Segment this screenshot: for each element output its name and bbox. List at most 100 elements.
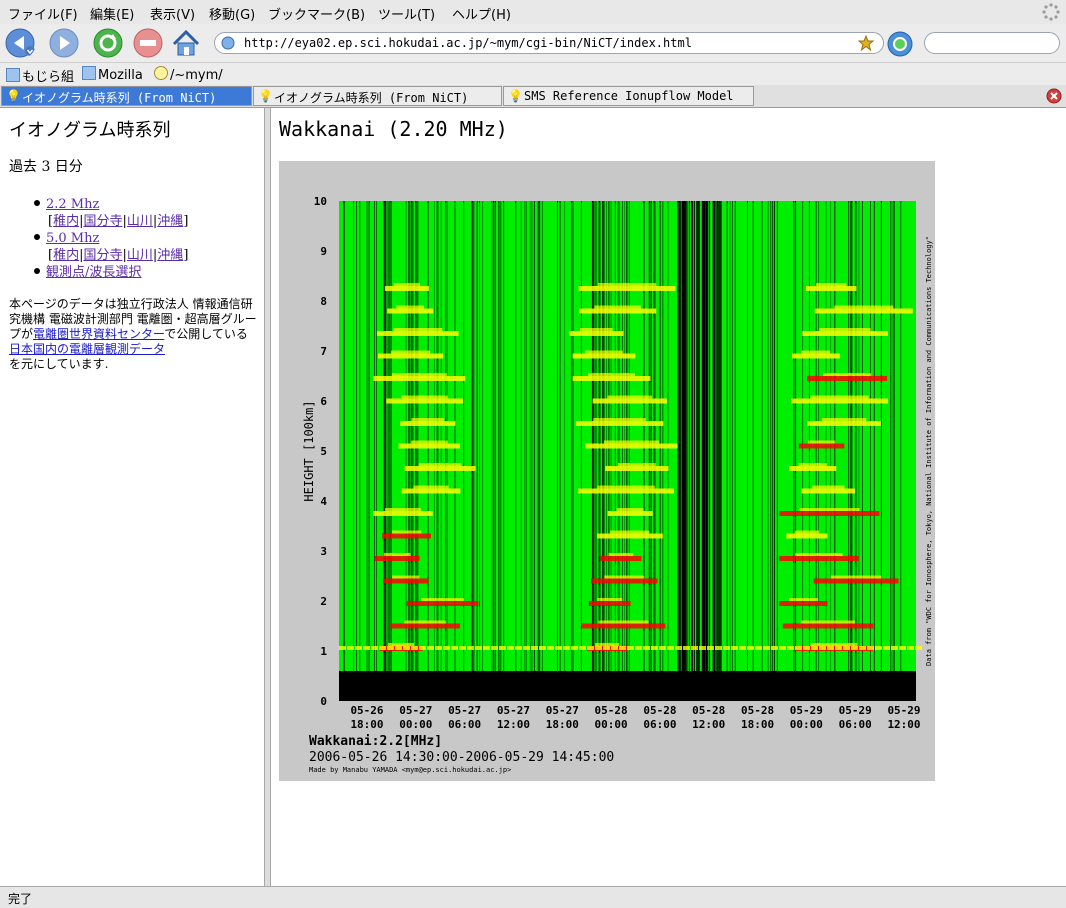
echo-trace — [683, 646, 690, 650]
noise-column — [713, 201, 715, 671]
go-button[interactable] — [886, 30, 914, 58]
noise-column — [854, 201, 856, 671]
echo-trace — [810, 643, 858, 646]
bulb-icon: 💡 — [6, 89, 21, 103]
ionogram-chart: 0 1 2 3 4 5 6 7 8 9 10 05-26 18:00 05-27 00:00 05-27 06… — [279, 161, 935, 781]
freq-link-2-2[interactable]: 2.2 Mhz — [46, 197, 99, 212]
echo-trace — [875, 646, 882, 650]
echo-trace — [443, 646, 450, 650]
noise-column — [701, 201, 703, 671]
tab-sms-reference[interactable]: 💡 SMS Reference Ionupflow Model — [503, 86, 754, 106]
noise-column — [491, 201, 493, 671]
echo-trace — [411, 418, 445, 421]
echo-trace — [435, 646, 442, 650]
y-axis-label: HEIGHT [100km] — [302, 400, 316, 501]
echo-trace — [691, 646, 698, 650]
x-tick-label: 05-28 — [741, 704, 774, 717]
search-input[interactable] — [924, 32, 1060, 54]
echo-trace — [579, 646, 586, 650]
noise-column — [368, 201, 370, 671]
bullet-icon — [34, 234, 40, 240]
bookmark-folder-icon — [82, 66, 96, 80]
wdc-link[interactable]: 電離圏世界資料センター — [33, 327, 164, 341]
echo-trace — [404, 620, 447, 624]
stop-button[interactable] — [132, 27, 164, 59]
bookmark-star-icon[interactable] — [858, 35, 874, 51]
bookmark-mym[interactable]: /~mym/ — [154, 66, 223, 83]
forward-button[interactable] — [48, 27, 80, 59]
noise-column — [662, 201, 664, 671]
close-tab-icon[interactable] — [1046, 88, 1062, 104]
noise-column — [697, 201, 699, 671]
echo-trace — [798, 463, 827, 466]
station-links: [稚内|国分寺|山川|沖縄] — [48, 214, 189, 229]
y-tick-label: 4 — [320, 495, 327, 508]
noise-column — [593, 201, 595, 671]
echo-trace — [391, 350, 431, 354]
echo-trace — [843, 646, 850, 650]
echo-trace — [608, 553, 634, 556]
echo-trace — [763, 646, 770, 650]
station-select-link[interactable]: 観測点/波長選択 — [46, 265, 141, 280]
url-text[interactable]: http://eya02.ep.sci.hokudai.ac.jp/~mym/c… — [244, 36, 692, 50]
note-text: で公開している — [164, 327, 248, 341]
echo-trace — [507, 646, 514, 650]
echo-trace — [795, 553, 843, 556]
echo-trace — [595, 643, 620, 646]
freq-link-5-0[interactable]: 5.0 Mhz — [46, 231, 99, 246]
station-link[interactable]: 山川 — [127, 248, 153, 263]
noise-column — [417, 201, 419, 671]
y-tick-label: 10 — [314, 195, 327, 208]
menu-help[interactable]: ヘルプ(H) — [452, 4, 511, 23]
noise-column — [767, 201, 769, 671]
menu-tools[interactable]: ツール(T) — [378, 4, 435, 23]
x-tick-label: 05-27 — [399, 704, 432, 717]
y-tick-label: 0 — [320, 695, 327, 708]
back-button[interactable] — [4, 27, 36, 59]
bookmark-mojira[interactable]: もじら組 — [6, 66, 74, 85]
noise-column — [529, 201, 531, 671]
station-link[interactable]: 稚内 — [53, 214, 79, 229]
menu-edit[interactable]: 編集(E) — [90, 4, 134, 23]
menu-bookmarks[interactable]: ブックマーク(B) — [268, 4, 365, 23]
noise-column — [856, 201, 858, 671]
station-link[interactable]: 国分寺 — [83, 214, 122, 229]
echo-trace — [739, 646, 746, 650]
noise-column — [752, 201, 754, 671]
noise-column — [556, 201, 558, 671]
menu-go[interactable]: 移動(G) — [209, 4, 255, 23]
station-link[interactable]: 山川 — [127, 214, 153, 229]
list-item: 観測点/波長選択 — [34, 264, 188, 281]
tab-ionogram-2[interactable]: 💡 イオノグラム時系列 (From NiCT) — [253, 86, 502, 106]
noise-column — [471, 201, 473, 671]
station-link[interactable]: 国分寺 — [83, 248, 122, 263]
echo-trace — [523, 646, 530, 650]
noise-column — [746, 201, 748, 671]
echo-trace — [410, 440, 448, 444]
home-button[interactable] — [170, 27, 202, 59]
echo-trace — [779, 511, 880, 516]
echo-trace — [598, 620, 649, 624]
station-link[interactable]: 沖縄 — [157, 214, 183, 229]
echo-trace — [571, 646, 578, 650]
echo-trace — [607, 511, 653, 516]
reload-button[interactable] — [92, 27, 124, 59]
noise-column — [533, 201, 535, 671]
noise-column — [412, 201, 414, 671]
noise-column — [690, 201, 692, 671]
station-link[interactable]: 沖縄 — [157, 248, 183, 263]
tab-ionogram-1[interactable]: 💡 イオノグラム時系列 (From NiCT) — [1, 86, 252, 106]
station-link[interactable]: 稚内 — [53, 248, 79, 263]
echo-trace — [451, 646, 458, 650]
echo-trace — [731, 646, 738, 650]
echo-trace — [515, 646, 522, 650]
ionosphere-data-link[interactable]: 日本国内の電離層観測データ — [9, 342, 165, 356]
echo-trace — [789, 598, 818, 601]
menu-view[interactable]: 表示(V) — [150, 4, 195, 23]
echo-trace — [798, 443, 845, 449]
bookmark-mozilla[interactable]: Mozilla — [82, 66, 143, 83]
x-tick-label: 00:00 — [399, 718, 432, 731]
menu-file[interactable]: ファイル(F) — [8, 4, 78, 23]
frame-splitter[interactable] — [264, 108, 271, 886]
noise-column — [482, 201, 484, 671]
